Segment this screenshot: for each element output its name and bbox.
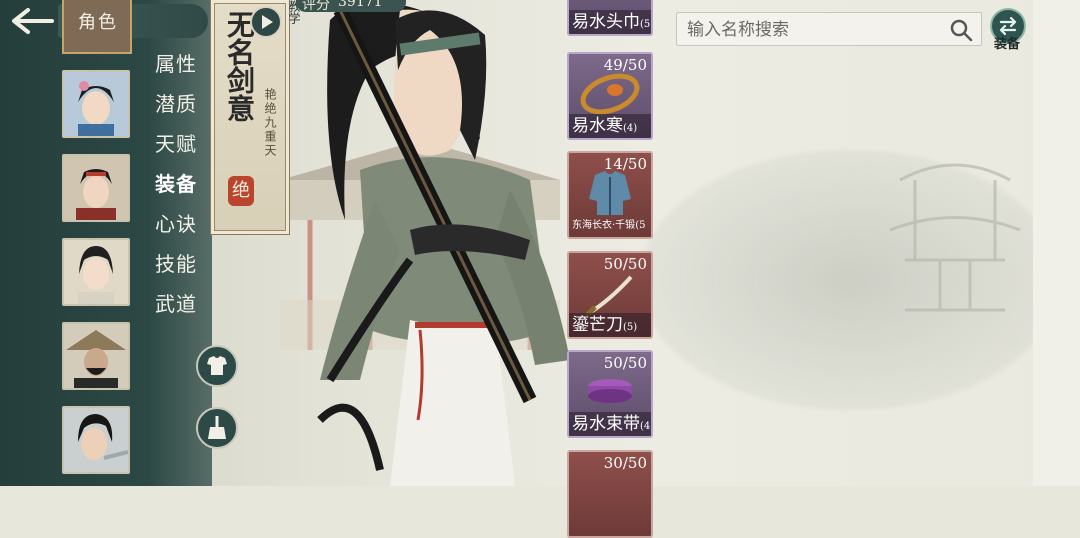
search-input[interactable] xyxy=(685,17,949,43)
item-card[interactable]: 50/50 易水束带(4) xyxy=(567,350,653,438)
score-value: 39171 xyxy=(338,0,383,10)
tab-equipment[interactable]: 装备 xyxy=(155,168,197,197)
rank-seal: 绝 xyxy=(228,176,254,206)
pavilion-illustration xyxy=(889,163,1021,312)
character-illustration xyxy=(317,2,570,486)
search-box xyxy=(676,12,982,46)
character-portrait-1[interactable] xyxy=(62,70,130,138)
character-portrait-3[interactable] xyxy=(62,238,130,306)
banner-subtitle: 艳绝九重天 xyxy=(263,88,277,158)
score-label: 评分 xyxy=(302,0,330,13)
item-card[interactable]: 14/50 东海长衣·千锻(5 xyxy=(567,151,653,239)
item-name: 东海长衣·千锻(5 xyxy=(572,220,646,231)
page-title: 角色 xyxy=(78,12,118,33)
tab-attributes[interactable]: 属性 xyxy=(155,48,197,77)
item-card[interactable]: 30/50 xyxy=(567,450,653,538)
character-face-icon xyxy=(64,408,128,472)
play-icon xyxy=(262,15,273,29)
tab-skills[interactable]: 技能 xyxy=(155,248,197,277)
item-count: 14/50 xyxy=(603,155,647,173)
character-portrait-2[interactable] xyxy=(62,154,130,222)
outfit-button[interactable] xyxy=(196,345,238,387)
tab-martial-way[interactable]: 武道 xyxy=(155,288,197,317)
character-face-icon xyxy=(64,72,128,136)
character-face-icon xyxy=(64,324,128,388)
outfit-icon xyxy=(207,356,227,375)
tab-mind-art[interactable]: 心诀 xyxy=(155,208,197,237)
search-icon[interactable] xyxy=(949,18,973,42)
broom-icon xyxy=(208,416,226,439)
item-count: 50/50 xyxy=(603,354,647,372)
item-count: 30/50 xyxy=(603,454,647,472)
item-name: 易水寒(4) xyxy=(572,116,638,136)
back-arrow-icon[interactable] xyxy=(8,6,56,36)
character-face-icon xyxy=(64,156,128,220)
character-portrait-5[interactable] xyxy=(62,406,130,474)
item-count: 50/50 xyxy=(603,255,647,273)
item-name: 易水束带(4) xyxy=(572,414,653,434)
item-card[interactable]: 50/50 鎏芒刀(5) xyxy=(567,251,653,339)
item-count: 49/50 xyxy=(603,56,647,74)
right-margin xyxy=(1033,0,1080,486)
equip-label: 装备 xyxy=(994,37,1021,52)
character-portrait-4[interactable] xyxy=(62,322,130,390)
character-face-icon xyxy=(64,240,128,304)
item-card[interactable]: 易水头巾(5) xyxy=(567,0,653,36)
item-name: 易水头巾(5) xyxy=(572,12,653,32)
tab-talent[interactable]: 天赋 xyxy=(155,128,197,157)
play-button[interactable] xyxy=(250,6,282,38)
item-name: 鎏芒刀(5) xyxy=(572,315,638,335)
cleanup-button[interactable] xyxy=(196,407,238,449)
tab-potential[interactable]: 潜质 xyxy=(155,88,197,117)
item-card[interactable]: 49/50 易水寒(4) xyxy=(567,52,653,140)
